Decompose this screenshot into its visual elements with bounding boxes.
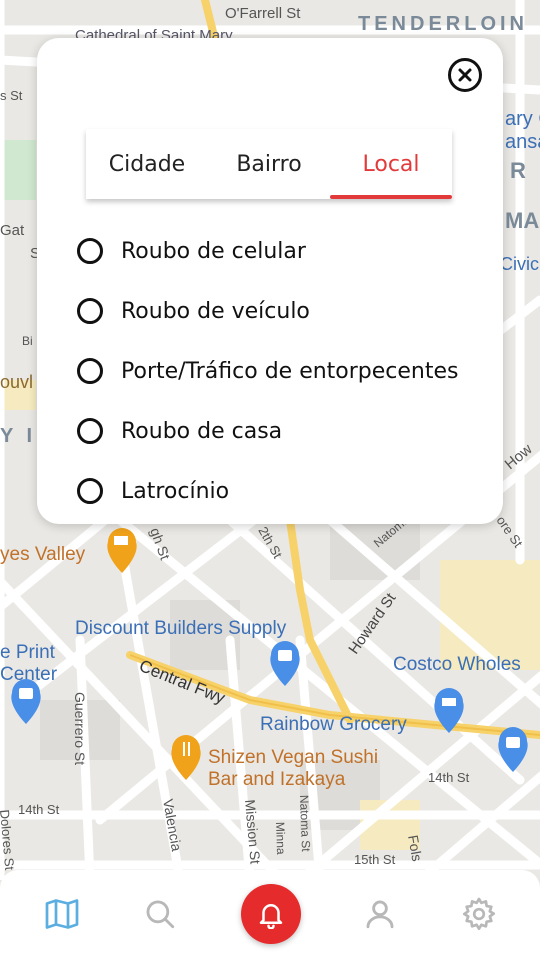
nav-profile[interactable] [360, 894, 400, 934]
option-label: Roubo de veículo [121, 298, 310, 324]
map-label-ofarrell: O'Farrell St [225, 5, 301, 22]
map-label-gat: Gat [0, 222, 25, 239]
map-label-15th: 15th St [354, 852, 396, 867]
radio-button[interactable] [77, 358, 103, 384]
map-label-shizen-2: Bar and Izakaya [208, 769, 346, 790]
map-label-civic: Civic [500, 254, 539, 274]
map-label-print-1: e Print [0, 642, 56, 663]
map-label-14th-left: 14th St [18, 802, 60, 817]
option-label: Latrocínio [121, 478, 230, 504]
tab-cidade[interactable]: Cidade [86, 129, 208, 199]
radio-button[interactable] [77, 478, 103, 504]
map-label-ary: ary C [505, 108, 540, 130]
nav-search[interactable] [140, 894, 180, 934]
map-label-ouvl: ouvl [0, 372, 33, 392]
filter-modal: Cidade Bairro Local Roubo de celular Rou… [37, 38, 503, 524]
search-icon [146, 900, 175, 929]
map-label-yi: Y I [0, 425, 36, 447]
nav-settings[interactable] [459, 894, 499, 934]
map-label-r: R [510, 158, 526, 183]
map-label-discount-builders: Discount Builders Supply [75, 618, 287, 639]
filter-tabs: Cidade Bairro Local [86, 129, 452, 199]
gear-icon [462, 897, 496, 931]
option-roubo-de-celular[interactable]: Roubo de celular [77, 231, 306, 271]
map-label-ma: MA [505, 208, 539, 233]
option-roubo-de-casa[interactable]: Roubo de casa [77, 411, 282, 451]
bottom-navigation [0, 870, 540, 960]
nav-map[interactable] [42, 894, 82, 934]
close-button[interactable] [448, 58, 482, 92]
map-label-14th-right: 14th St [428, 770, 470, 785]
option-porte-trafico[interactable]: Porte/Tráfico de entorpecentes [77, 351, 459, 391]
map-label-ansa: ansa [505, 131, 540, 153]
map-label-guerrero: Guerrero St [72, 692, 88, 765]
radio-button[interactable] [77, 238, 103, 264]
radio-button[interactable] [77, 298, 103, 324]
map-label-natoma-bottom: Natoma St [297, 795, 313, 853]
map-label-tenderloin: TENDERLOIN [358, 13, 528, 35]
option-label: Roubo de casa [121, 418, 283, 444]
user-icon [366, 900, 394, 929]
map-icon [45, 899, 79, 929]
tab-bairro[interactable]: Bairro [208, 129, 330, 199]
map-label-hayes-valley: yes Valley [0, 544, 86, 565]
map-label-costco: Costco Wholes [393, 654, 521, 675]
alert-button[interactable] [241, 884, 301, 944]
tab-local[interactable]: Local [330, 129, 452, 199]
option-label: Porte/Tráfico de entorpecentes [121, 358, 459, 384]
option-roubo-de-veiculo[interactable]: Roubo de veículo [77, 291, 310, 331]
option-label: Roubo de celular [121, 238, 306, 264]
map-label-rainbow: Rainbow Grocery [260, 714, 407, 735]
map-label-minna: Minna [273, 822, 288, 855]
map-label-shizen-1: Shizen Vegan Sushi [208, 747, 378, 768]
map-label-bi: Bi [22, 334, 33, 348]
radio-button[interactable] [77, 418, 103, 444]
bell-icon [259, 904, 283, 929]
map-label-st-fragment-2: s St [0, 88, 23, 103]
close-icon [458, 68, 472, 82]
option-latrocinio[interactable]: Latrocínio [77, 471, 229, 511]
